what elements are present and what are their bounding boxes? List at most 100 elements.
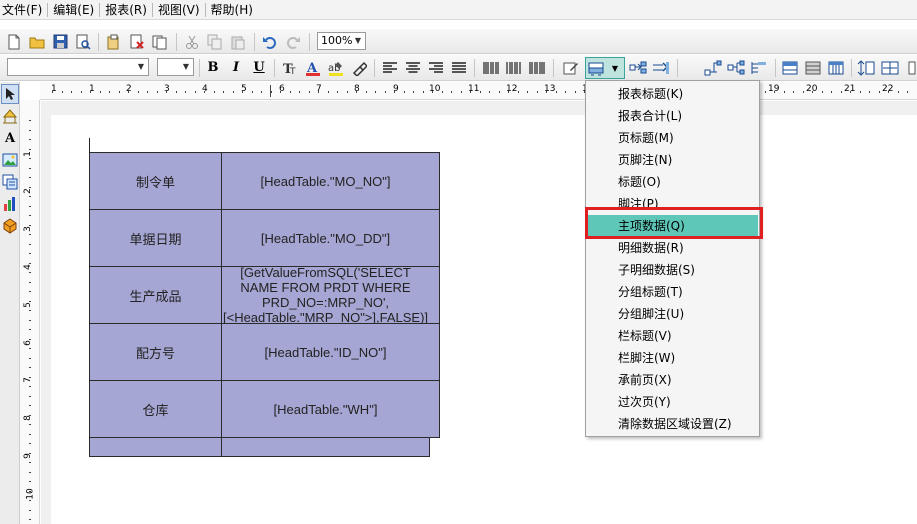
paste-special-icon[interactable] <box>104 32 124 51</box>
menu-help[interactable]: 帮助(H) <box>209 1 255 19</box>
toolbar-separator <box>98 33 99 51</box>
menu-item-band-8[interactable]: 明细数据(R) <box>587 237 758 259</box>
menu-item-band-5[interactable]: 标题(O) <box>587 171 758 193</box>
menu-file[interactable]: 文件(F) <box>0 1 44 19</box>
brush-icon[interactable] <box>349 58 369 77</box>
ruler-tick <box>337 91 338 93</box>
report-field-cell[interactable]: [HeadTable."ID_NO"] <box>221 323 430 381</box>
menu-item-band-10[interactable]: 分组标题(T) <box>587 281 758 303</box>
menu-item-band-3[interactable]: 页标题(M) <box>587 127 758 149</box>
font-family-select[interactable]: ▼ <box>7 58 149 76</box>
align-left-icon[interactable] <box>380 58 400 77</box>
cut-icon[interactable] <box>182 32 202 51</box>
font-style-icon[interactable]: TT <box>280 58 300 77</box>
undo-icon[interactable] <box>260 32 280 51</box>
component-tool-icon[interactable] <box>1 216 19 236</box>
barcode-icon[interactable] <box>481 58 501 77</box>
copy-page-icon[interactable] <box>150 32 170 51</box>
menu-item-band-2[interactable]: 报表合计(L) <box>587 105 758 127</box>
menu-item-band-1[interactable]: 报表标题(K) <box>587 83 758 105</box>
tree-icon[interactable] <box>749 58 769 77</box>
ruler-tick <box>29 471 31 473</box>
band-insert-icon[interactable] <box>628 58 648 77</box>
zoom-select[interactable]: 100% ▼ <box>317 32 366 50</box>
more-icon[interactable] <box>906 58 917 77</box>
menu-view[interactable]: 视图(V) <box>156 1 202 19</box>
chart-tool-icon[interactable] <box>1 194 19 214</box>
edit-band-icon[interactable] <box>561 58 581 77</box>
report-blank-cell[interactable] <box>89 437 222 457</box>
image-tool-icon[interactable] <box>1 150 19 170</box>
report-blank-cell[interactable] <box>221 437 430 457</box>
ruler-tick <box>793 91 794 93</box>
report-field-cell[interactable]: [GetValueFromSQL('SELECT NAME FROM PRDT … <box>221 266 430 324</box>
barcode-icon[interactable] <box>527 58 547 77</box>
column-width-icon[interactable] <box>880 58 900 77</box>
menu-bar: 文件(F) 编辑(E) 报表(R) 视图(V) 帮助(H) <box>0 0 917 20</box>
ruler-tick <box>394 91 395 93</box>
report-extra-cell[interactable] <box>429 323 440 381</box>
ruler-tick <box>29 338 31 340</box>
columns-icon[interactable] <box>826 58 846 77</box>
report-field-cell[interactable]: [HeadTable."MO_DD"] <box>221 209 430 267</box>
text-tool-icon[interactable]: A <box>1 128 19 148</box>
align-center-icon[interactable] <box>403 58 423 77</box>
copy-icon[interactable] <box>205 32 225 51</box>
select-pointer-icon[interactable] <box>1 84 19 104</box>
tree-icon[interactable] <box>703 58 723 77</box>
menu-report[interactable]: 报表(R) <box>103 1 149 19</box>
menu-item-band-4[interactable]: 页脚注(N) <box>587 149 758 171</box>
report-field-cell[interactable]: [HeadTable."WH"] <box>221 380 430 438</box>
open-icon[interactable] <box>27 32 47 51</box>
save-icon[interactable] <box>50 32 70 51</box>
bold-button[interactable]: B <box>203 58 223 77</box>
italic-button[interactable]: I <box>226 58 246 77</box>
data-band-icon[interactable] <box>586 59 606 78</box>
grid-icon[interactable] <box>803 58 823 77</box>
menu-item-band-9[interactable]: 子明细数据(S) <box>587 259 758 281</box>
menu-edit[interactable]: 编辑(E) <box>51 1 96 19</box>
menu-item-band-15[interactable]: 过次页(Y) <box>587 391 758 413</box>
menu-item-band-12[interactable]: 栏标题(V) <box>587 325 758 347</box>
report-table[interactable]: 制令单 [HeadTable."MO_NO"] 单据日期 [HeadTable."MO… <box>89 138 440 457</box>
print-preview-icon[interactable] <box>73 32 93 51</box>
chevron-down-icon[interactable]: ▼ <box>607 59 623 78</box>
grid-icon[interactable] <box>780 58 800 77</box>
report-extra-cell[interactable] <box>429 152 440 210</box>
band-move-icon[interactable] <box>651 58 671 77</box>
ruler-tick <box>29 395 31 397</box>
row-height-icon[interactable] <box>856 58 876 77</box>
report-extra-cell[interactable] <box>429 209 440 267</box>
ruler-tick <box>29 443 31 444</box>
menu-item-band-16[interactable]: 清除数据区域设置(Z) <box>587 413 758 435</box>
underline-button[interactable]: U <box>249 58 269 77</box>
report-label-cell[interactable]: 仓库 <box>89 380 222 438</box>
redo-icon[interactable] <box>283 32 303 51</box>
ruler-tick <box>137 91 139 93</box>
report-label-cell[interactable]: 制令单 <box>89 152 222 210</box>
highlight-color-icon[interactable]: ab <box>326 58 346 77</box>
report-label-cell[interactable]: 配方号 <box>89 323 222 381</box>
menu-separator <box>151 2 153 17</box>
report-label-cell[interactable]: 生产成品 <box>89 266 222 324</box>
font-color-icon[interactable]: A <box>303 58 323 77</box>
align-justify-icon[interactable] <box>449 58 469 77</box>
band-tool-icon[interactable] <box>1 106 19 126</box>
report-extra-cell[interactable] <box>429 266 440 324</box>
paste-icon[interactable] <box>228 32 248 51</box>
barcode-icon[interactable] <box>504 58 524 77</box>
subreport-tool-icon[interactable] <box>1 172 19 192</box>
tree-icon[interactable] <box>726 58 746 77</box>
report-label-cell[interactable]: 单据日期 <box>89 209 222 267</box>
menu-item-band-11[interactable]: 分组脚注(U) <box>587 303 758 325</box>
report-extra-cell[interactable] <box>429 380 440 438</box>
align-right-icon[interactable] <box>426 58 446 77</box>
ruler-tick <box>29 196 31 197</box>
ruler-tick <box>403 91 405 93</box>
font-size-select[interactable]: ▼ <box>157 58 194 76</box>
new-icon[interactable] <box>4 32 24 51</box>
menu-item-band-14[interactable]: 承前页(X) <box>587 369 758 391</box>
delete-icon[interactable] <box>127 32 147 51</box>
menu-item-band-13[interactable]: 栏脚注(W) <box>587 347 758 369</box>
report-field-cell[interactable]: [HeadTable."MO_NO"] <box>221 152 430 210</box>
